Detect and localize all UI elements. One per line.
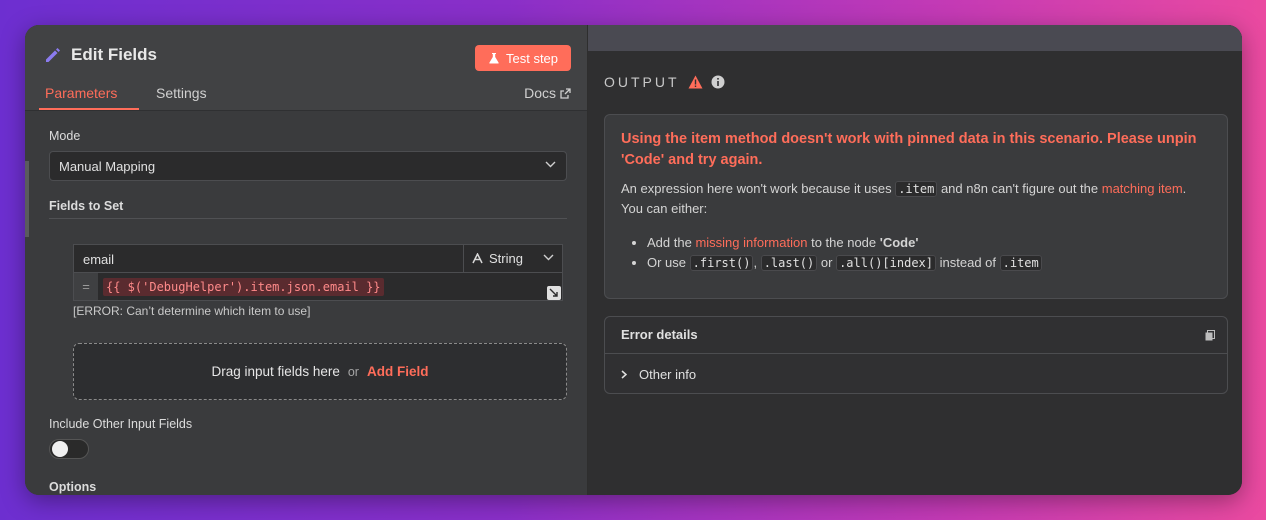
error-suggestions: Add the missing information to the node …: [621, 233, 1211, 273]
info-icon[interactable]: [711, 75, 725, 89]
mode-value: Manual Mapping: [59, 159, 156, 174]
external-link-icon: [560, 87, 571, 99]
fields-to-set-label: Fields to Set: [49, 199, 124, 213]
output-top-bar: [588, 25, 1242, 51]
field-error-message: [ERROR: Can’t determine which item to us…: [73, 304, 311, 318]
warning-icon: [688, 75, 703, 89]
test-step-button[interactable]: Test step: [475, 45, 571, 71]
output-header: OUTPUT: [604, 74, 725, 90]
chevron-right-icon: [621, 370, 627, 379]
suggestion-text: to the node: [811, 235, 877, 250]
expand-editor-icon[interactable]: [547, 286, 561, 300]
docs-label: Docs: [524, 85, 556, 101]
field-name-input[interactable]: email: [73, 244, 464, 273]
node-name: 'Code': [879, 235, 919, 250]
mode-select[interactable]: Manual Mapping: [49, 151, 567, 181]
field-type-select[interactable]: String: [463, 244, 563, 273]
suggestion-item: Or use .first(), .last() or .all()[index…: [647, 253, 1211, 273]
error-desc-part: and n8n can't figure out the: [940, 181, 1099, 196]
code-snippet: .all()[index]: [836, 255, 936, 271]
options-label: Options: [49, 480, 97, 494]
suggestion-text: instead of: [939, 255, 996, 270]
chevron-down-icon: [545, 161, 556, 168]
code-snippet: .first(): [689, 255, 754, 271]
error-description: An expression here won't work because it…: [621, 179, 1211, 219]
field-type-value: String: [489, 251, 523, 266]
missing-information-link[interactable]: missing information: [695, 235, 807, 250]
field-value-expression[interactable]: = {{ $('DebugHelper').item.json.email }}: [73, 273, 563, 301]
flask-icon: [489, 53, 499, 64]
string-type-icon: [472, 253, 483, 264]
matching-item-link[interactable]: matching item: [1102, 181, 1183, 196]
tab-parameters[interactable]: Parameters: [45, 85, 117, 101]
suggestion-item: Add the missing information to the node …: [647, 233, 1211, 253]
output-title: OUTPUT: [604, 74, 680, 90]
panel-tabs: Parameters Settings Docs: [25, 83, 587, 111]
code-snippet: .last(): [760, 255, 818, 271]
dropzone-or: or: [347, 364, 359, 379]
expression-code: {{ $('DebugHelper').item.json.email }}: [103, 278, 384, 296]
include-other-toggle[interactable]: [49, 439, 89, 459]
add-field-button[interactable]: Add Field: [367, 364, 429, 379]
field-dropzone[interactable]: Drag input fields here or Add Field: [73, 343, 567, 400]
field-name-value: email: [83, 252, 115, 267]
error-message-box: Using the item method doesn't work with …: [604, 114, 1228, 299]
chevron-down-icon: [543, 254, 554, 261]
node-title[interactable]: Edit Fields: [71, 45, 157, 65]
details-divider: [605, 353, 1227, 354]
section-divider: [49, 218, 567, 219]
error-details-box: Error details Other info: [604, 316, 1228, 394]
node-editor-window: Edit Fields Test step Parameters Setting…: [25, 25, 1242, 495]
node-title-row: Edit Fields: [43, 45, 157, 65]
error-title: Using the item method doesn't work with …: [621, 131, 1197, 168]
output-panel: OUTPUT Using the item method doesn't wor…: [588, 25, 1242, 495]
active-tab-indicator: [39, 108, 139, 110]
scrollbar[interactable]: [25, 161, 29, 237]
copy-icon[interactable]: [1205, 330, 1215, 341]
mode-label: Mode: [49, 129, 81, 143]
docs-link[interactable]: Docs: [524, 85, 571, 101]
error-details-title: Error details: [621, 327, 698, 342]
toggle-knob: [52, 441, 68, 457]
dropzone-text: Drag input fields here: [211, 364, 340, 379]
equals-icon: =: [74, 273, 98, 300]
suggestion-text: Or use: [647, 255, 687, 270]
parameters-panel: Edit Fields Test step Parameters Setting…: [25, 25, 587, 495]
suggestion-text: Add the: [647, 235, 692, 250]
suggestion-text: ,: [753, 255, 758, 270]
other-info-toggle[interactable]: Other info: [621, 367, 696, 382]
suggestion-text: or: [820, 255, 833, 270]
tab-settings[interactable]: Settings: [156, 85, 207, 101]
test-step-label: Test step: [505, 50, 559, 66]
include-other-label: Include Other Input Fields: [49, 417, 193, 431]
error-desc-part: An expression here won't work because it…: [621, 181, 892, 196]
code-snippet: .item: [895, 181, 938, 197]
other-info-label: Other info: [639, 367, 697, 382]
code-snippet: .item: [999, 255, 1042, 271]
panel-header: Edit Fields Test step Parameters Setting…: [25, 25, 587, 111]
pencil-icon: [46, 48, 60, 62]
